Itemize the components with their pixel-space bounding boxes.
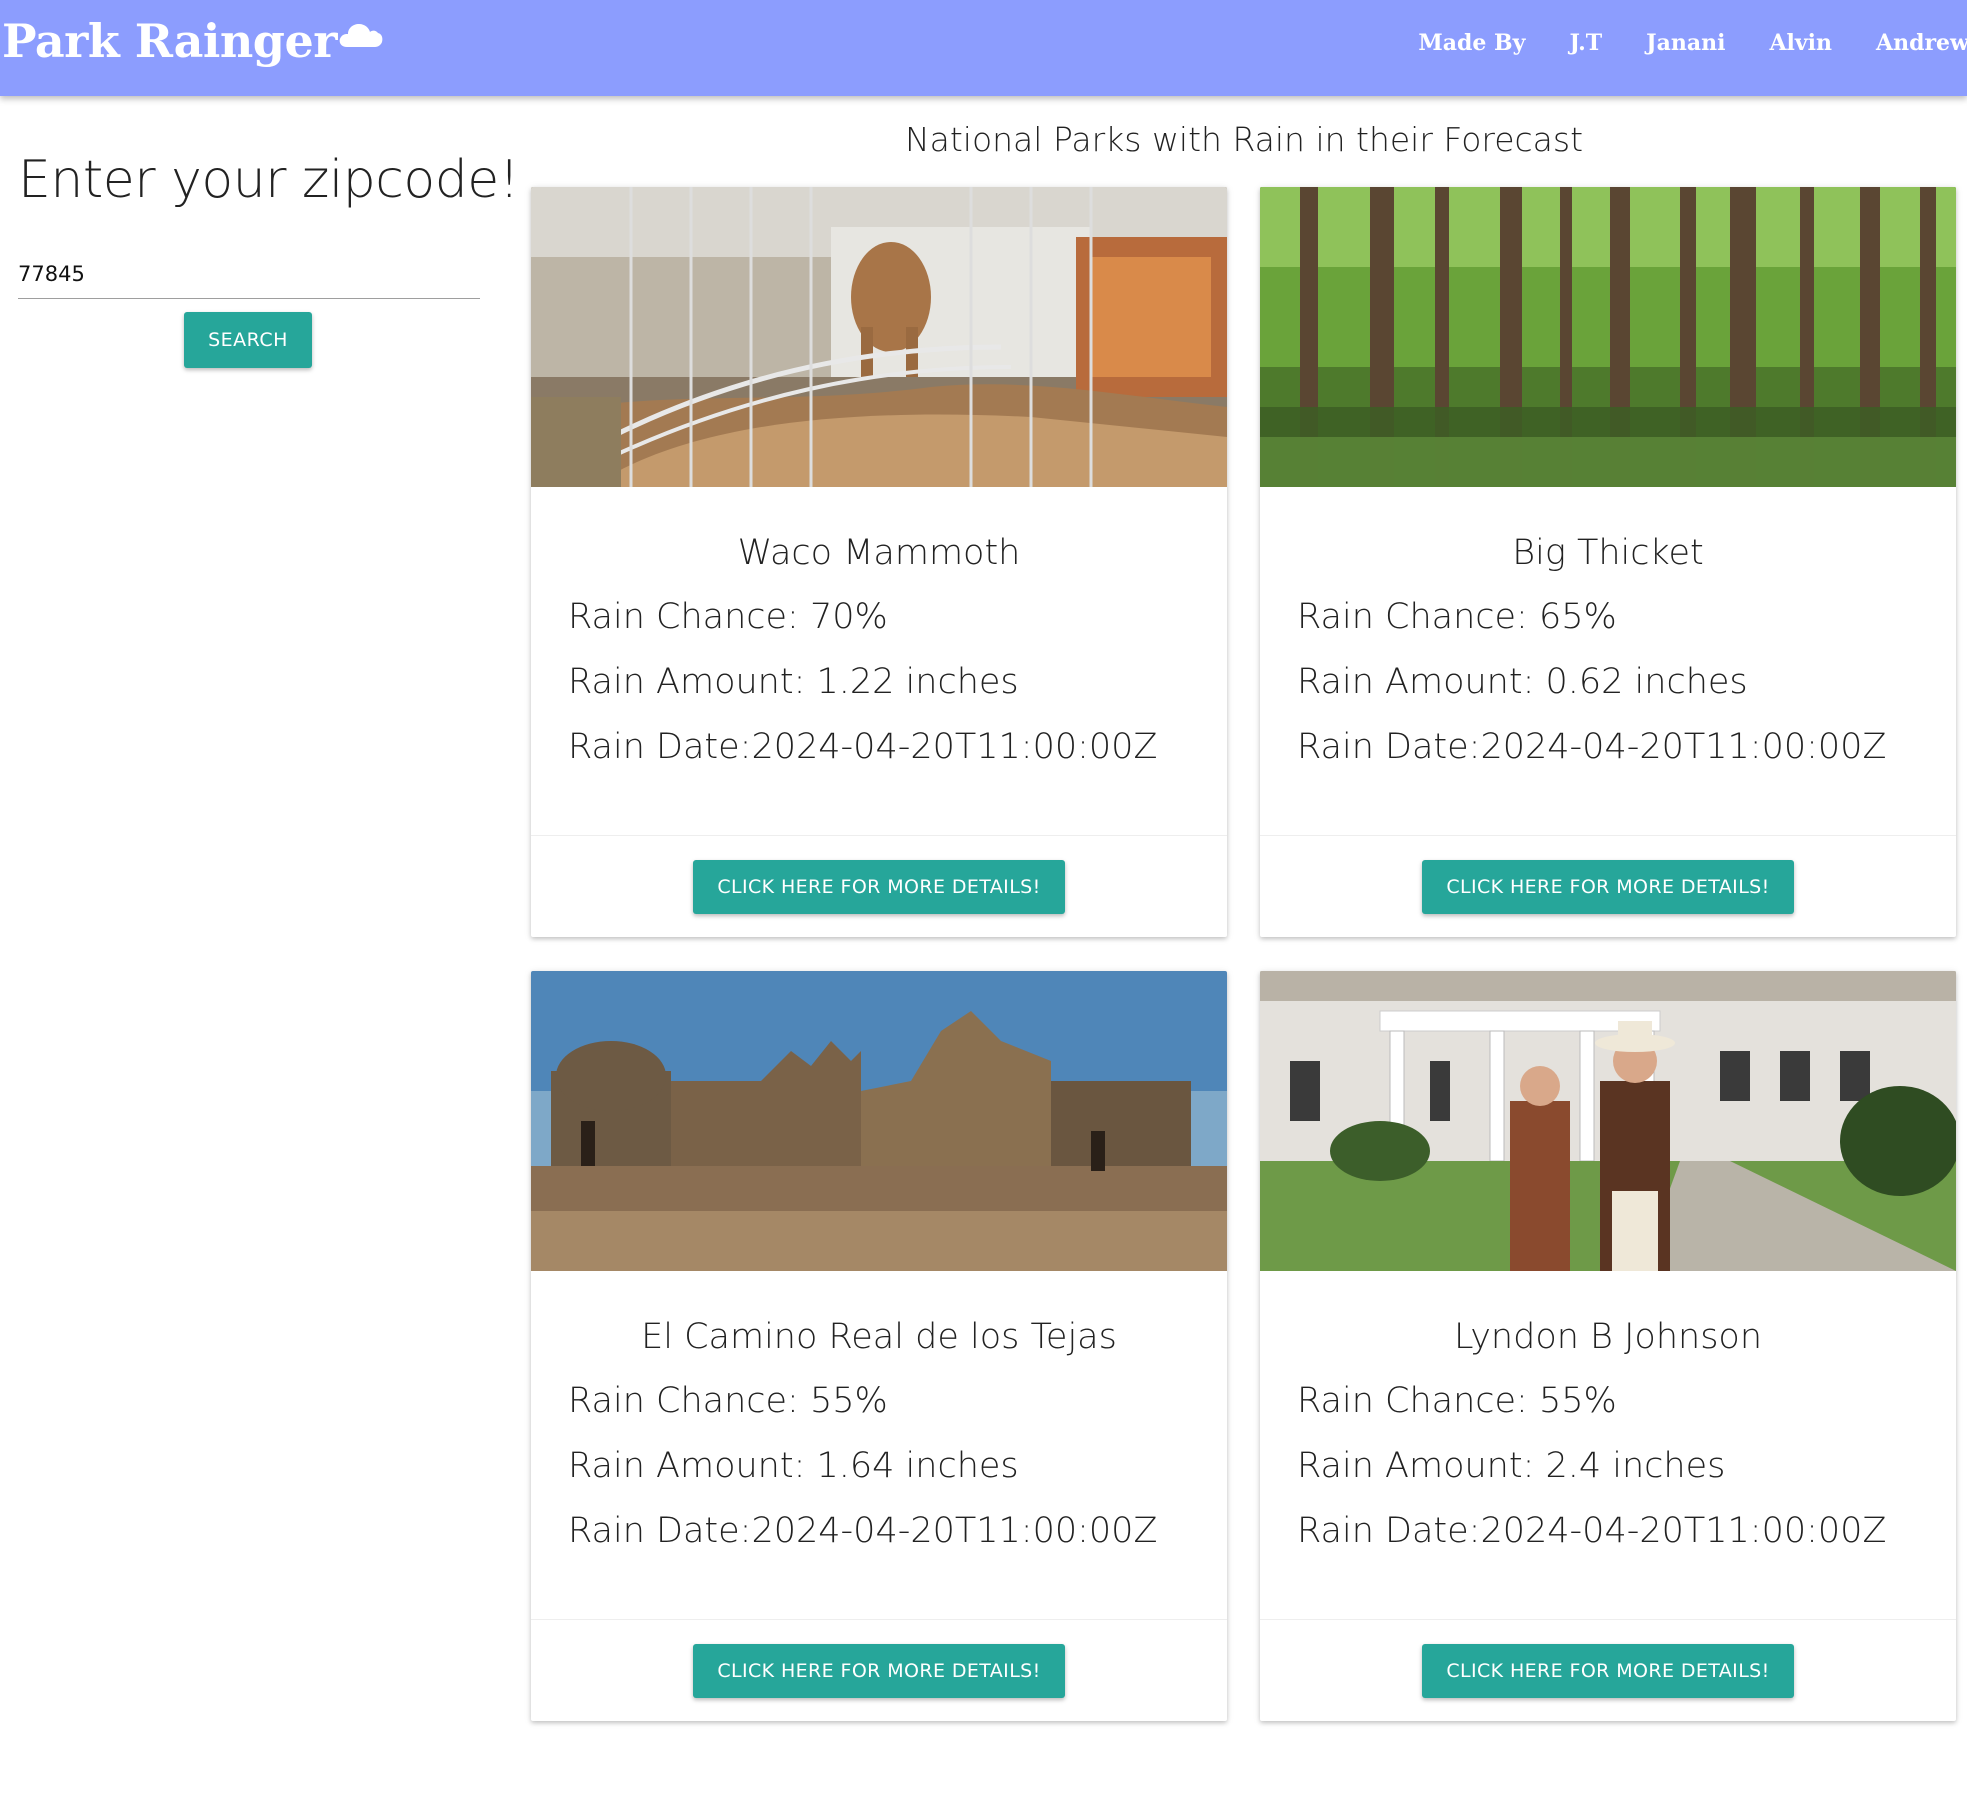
zipcode-input[interactable] <box>18 250 480 299</box>
more-details-button[interactable]: CLICK HERE FOR MORE DETAILS! <box>693 1644 1065 1698</box>
more-details-button[interactable]: CLICK HERE FOR MORE DETAILS! <box>1422 860 1794 914</box>
park-name: Waco Mammoth <box>737 533 1021 573</box>
park-image-el-camino-real <box>531 971 1227 1271</box>
more-details-button[interactable]: CLICK HERE FOR MORE DETAILS! <box>1422 1644 1794 1698</box>
park-name: Big Thicket <box>1512 533 1704 573</box>
brand-name: Park Rainger <box>2 14 337 68</box>
park-name: El Camino Real de los Tejas <box>641 1317 1117 1357</box>
zipcode-heading: Enter your zipcode! <box>18 150 520 210</box>
rain-chance: Rain Chance: 55% <box>1297 1381 1617 1421</box>
rain-date: Rain Date:2024-04-20T11:00:00Z <box>1297 727 1887 767</box>
rain-date: Rain Date:2024-04-20T11:00:00Z <box>568 727 1158 767</box>
card-action: CLICK HERE FOR MORE DETAILS! <box>531 1619 1227 1721</box>
park-image-big-thicket <box>1260 187 1956 487</box>
cloud-icon <box>339 24 383 47</box>
rain-amount: Rain Amount: 1.22 inches <box>568 662 1019 702</box>
rain-chance: Rain Chance: 70% <box>568 597 888 637</box>
search-button[interactable]: SEARCH <box>184 312 312 368</box>
rain-date: Rain Date:2024-04-20T11:00:00Z <box>1297 1511 1887 1551</box>
nav-link-made-by[interactable]: Made By <box>1418 30 1525 56</box>
park-card-waco-mammoth: Waco Mammoth Rain Chance: 70% Rain Amoun… <box>531 187 1227 937</box>
park-card-lyndon-b-johnson: Lyndon B Johnson Rain Chance: 55% Rain A… <box>1260 971 1956 1721</box>
nav-link-jt[interactable]: J.T <box>1569 30 1602 56</box>
brand-logo[interactable]: Park Rainger <box>2 14 383 68</box>
park-name: Lyndon B Johnson <box>1453 1317 1763 1357</box>
rain-date: Rain Date:2024-04-20T11:00:00Z <box>568 1511 1158 1551</box>
page-title: National Parks with Rain in their Foreca… <box>904 120 1584 159</box>
more-details-button[interactable]: CLICK HERE FOR MORE DETAILS! <box>693 860 1065 914</box>
navbar: Park Rainger Made By J.T Janani Alvin An… <box>0 0 1967 96</box>
nav-links: Made By J.T Janani Alvin Andrew <box>1374 30 1967 56</box>
park-card-el-camino-real: El Camino Real de los Tejas Rain Chance:… <box>531 971 1227 1721</box>
park-card-big-thicket: Big Thicket Rain Chance: 65% Rain Amount… <box>1260 187 1956 937</box>
nav-link-janani[interactable]: Janani <box>1646 30 1725 56</box>
card-action: CLICK HERE FOR MORE DETAILS! <box>531 835 1227 937</box>
rain-chance: Rain Chance: 65% <box>1297 597 1617 637</box>
park-image-lyndon-b-johnson <box>1260 971 1956 1271</box>
nav-link-alvin[interactable]: Alvin <box>1769 30 1832 56</box>
card-action: CLICK HERE FOR MORE DETAILS! <box>1260 835 1956 937</box>
rain-amount: Rain Amount: 0.62 inches <box>1297 662 1748 702</box>
rain-amount: Rain Amount: 2.4 inches <box>1297 1446 1726 1486</box>
rain-chance: Rain Chance: 55% <box>568 1381 888 1421</box>
park-image-waco-mammoth <box>531 187 1227 487</box>
card-action: CLICK HERE FOR MORE DETAILS! <box>1260 1619 1956 1721</box>
nav-link-andrew[interactable]: Andrew <box>1876 30 1967 56</box>
zipcode-sidebar: Enter your zipcode! SEARCH <box>18 150 520 368</box>
rain-amount: Rain Amount: 1.64 inches <box>568 1446 1019 1486</box>
